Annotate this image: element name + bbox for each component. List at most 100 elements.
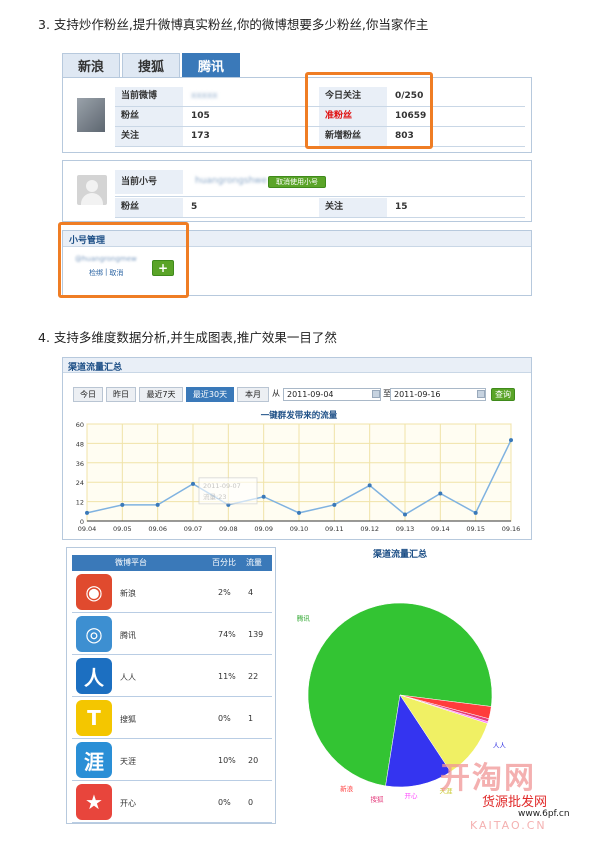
avatar-body (81, 193, 103, 205)
platform-percent: 74% (218, 630, 236, 639)
calendar-icon[interactable] (372, 390, 380, 398)
cancel-sub-account-button[interactable]: 取消使用小号 (268, 176, 326, 188)
x-tick-label: 09.10 (290, 525, 309, 533)
x-tick-label: 09.12 (360, 525, 379, 533)
tooltip-date: 2011-09-07 (203, 482, 241, 490)
fans-label: 粉丝 (115, 107, 183, 126)
row-divider (115, 196, 525, 197)
sub-fans-value: 5 (191, 202, 198, 212)
col-platform: 微博平台 (115, 558, 147, 567)
platform-percent: 10% (218, 756, 236, 765)
sub-account-panel: 当前小号 huangrongshwe 取消使用小号 粉丝 5 关注 15 (62, 160, 532, 222)
sub-account-avatar (77, 175, 107, 205)
x-tick-label: 09.16 (502, 525, 521, 533)
current-weibo-value: xxxxx (191, 91, 218, 101)
platform-traffic: 139 (248, 630, 264, 639)
kaixin-icon: ★ (76, 784, 112, 820)
data-point (473, 510, 478, 515)
range-month-button[interactable]: 本月 (237, 387, 269, 402)
sub-current-label: 当前小号 (115, 170, 183, 194)
data-point (85, 510, 89, 515)
y-tick-label: 60 (76, 421, 84, 429)
x-tick-label: 09.08 (219, 525, 238, 533)
table-row: ◉ 新浪 2% 4 (72, 571, 272, 613)
current-weibo-label: 当前微博 (115, 87, 183, 106)
table-row: ◎ 腾讯 74% 139 (72, 613, 272, 655)
tab-sohu[interactable]: 搜狐 (122, 53, 180, 77)
calendar-icon[interactable] (477, 390, 485, 398)
platform-traffic: 22 (248, 672, 259, 681)
fans-value: 105 (191, 111, 210, 121)
platform-tabs: 新浪 搜狐 腾讯 (62, 53, 242, 77)
pie-slice-label: 腾讯 (297, 614, 311, 623)
tencent-weibo-icon: ◎ (76, 616, 112, 652)
follow-label: 关注 (115, 127, 183, 146)
platform-name: 腾讯 (120, 631, 136, 640)
line-chart-title: 一键群发带来的流量 (261, 410, 338, 421)
section4-heading: 4. 支持多维度数据分析,并生成图表,推广效果一目了然 (38, 330, 337, 345)
watermark: 开淘网 货源批发网 www.6pf.cn KAITAO.CN (440, 753, 590, 833)
tab-sina[interactable]: 新浪 (62, 53, 120, 77)
sohu-icon: T (76, 700, 112, 736)
data-point (297, 510, 301, 515)
data-point (332, 502, 337, 507)
traffic-panel: 渠道流量汇总 今日 昨日 最近7天 最近30天 本月 从 2011-09-04 … (62, 357, 532, 540)
data-point (509, 438, 513, 443)
traffic-table: 微博平台 百分比 流量 ◉ 新浪 2% 4 ◎ 腾讯 74% 139 人人人 11% 22 T 搜狐 0%… (66, 547, 276, 824)
table-row: 人人人 11% 22 (72, 655, 272, 697)
y-tick-label: 12 (76, 499, 84, 507)
platform-name: 天涯 (120, 757, 136, 766)
table-row: 涯天涯 10% 20 (72, 739, 272, 781)
range-yesterday-button[interactable]: 昨日 (106, 387, 136, 402)
platform-name: 人人 (120, 673, 136, 682)
data-point (403, 512, 407, 517)
x-tick-label: 09.04 (78, 525, 97, 533)
tab-tencent[interactable]: 腾讯 (182, 53, 240, 77)
x-tick-label: 09.07 (184, 525, 203, 533)
query-button[interactable]: 查询 (491, 388, 515, 401)
tianya-icon: 涯 (76, 742, 112, 778)
range-7days-button[interactable]: 最近7天 (139, 387, 183, 402)
watermark-site: www.6pf.cn (518, 809, 570, 819)
from-date-input[interactable]: 2011-09-04 (283, 388, 381, 401)
row-divider (115, 217, 525, 218)
to-date-input[interactable]: 2011-09-16 (390, 388, 486, 401)
data-point (191, 481, 195, 486)
platform-name: 新浪 (120, 589, 136, 598)
sub-current-value: huangrongshwe (195, 176, 268, 186)
platform-percent: 2% (218, 588, 231, 597)
renren-icon: 人 (76, 658, 112, 694)
x-tick-label: 09.06 (148, 525, 167, 533)
sub-follow-label: 关注 (319, 198, 387, 217)
x-tick-label: 09.05 (113, 525, 132, 533)
x-tick-label: 09.13 (396, 525, 415, 533)
avatar-head (86, 180, 98, 192)
section3-heading: 3. 支持炒作粉丝,提升微博真实粉丝,你的微博想要多少粉丝,你当家作主 (38, 17, 429, 32)
platform-name: 开心 (120, 799, 136, 808)
platform-percent: 0% (218, 798, 231, 807)
range-today-button[interactable]: 今日 (73, 387, 103, 402)
platform-traffic: 4 (248, 588, 254, 597)
manage-highlight-box (58, 222, 189, 298)
platform-traffic: 0 (248, 798, 254, 807)
x-tick-label: 09.09 (254, 525, 273, 533)
pie-slice-label: 开心 (405, 792, 419, 800)
pie-slice-label: 搜狐 (371, 795, 385, 804)
x-tick-label: 09.15 (466, 525, 485, 533)
line-chart: 一键群发带来的流量0122436486009.04 09.05 09.06 09.07… (76, 410, 521, 533)
range-30days-button[interactable]: 最近30天 (186, 387, 234, 402)
table-header: 微博平台 百分比 流量 (72, 555, 272, 571)
stats-highlight-box (305, 72, 433, 149)
platform-name: 搜狐 (120, 715, 136, 724)
table-row: T 搜狐 0% 1 (72, 697, 272, 739)
traffic-panel-header (63, 358, 531, 373)
traffic-panel-title: 渠道流量汇总 (68, 363, 123, 373)
tooltip-value: 流量:23 (203, 492, 226, 501)
platform-percent: 11% (218, 672, 236, 681)
pie-chart-title: 渠道流量汇总 (372, 548, 427, 560)
follow-value: 173 (191, 131, 210, 141)
platform-traffic: 20 (248, 756, 259, 765)
data-point (438, 491, 443, 496)
from-label: 从 (272, 389, 280, 398)
watermark-url: KAITAO.CN (470, 819, 547, 832)
